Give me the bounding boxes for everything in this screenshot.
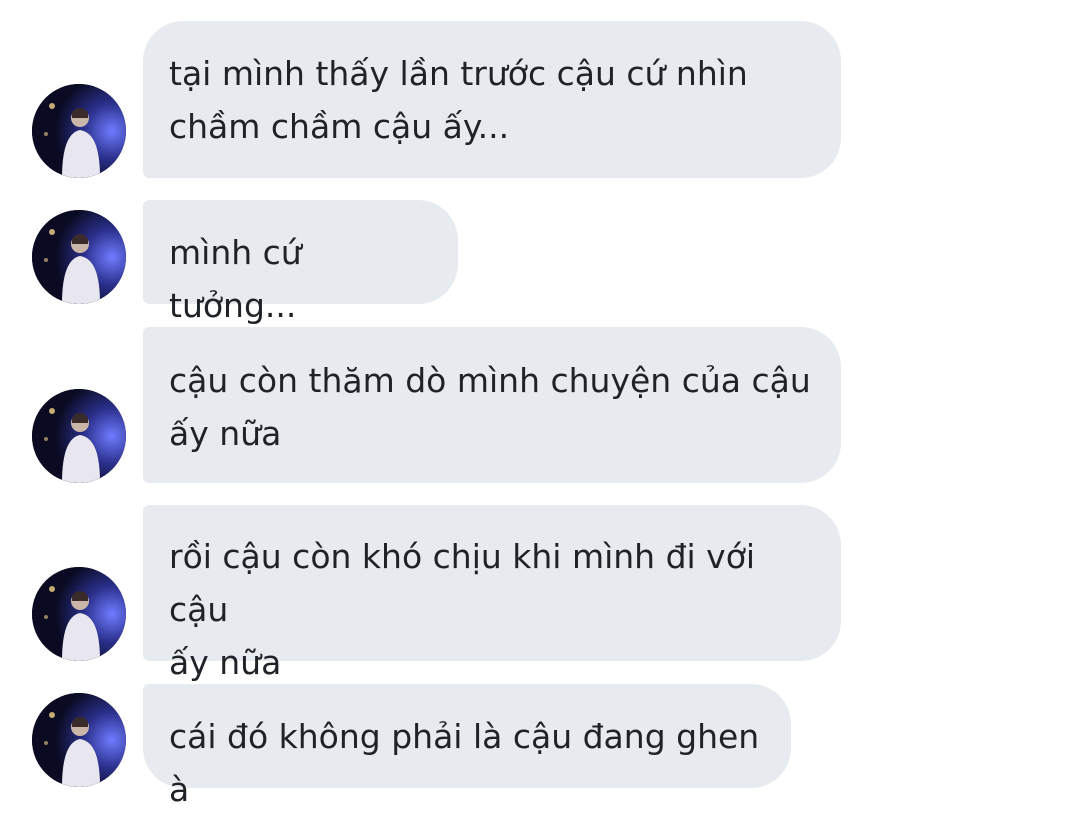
avatar-photo-icon [32,389,126,483]
avatar-photo-icon [32,693,126,787]
avatar[interactable] [32,567,126,661]
avatar-photo-icon [32,567,126,661]
message-bubble[interactable]: cái đó không phải là cậu đang ghen à [143,684,791,809]
avatar[interactable] [32,210,126,304]
avatar-photo-icon [32,210,126,304]
avatar[interactable] [32,84,126,178]
avatar[interactable] [32,693,126,787]
message-bubble[interactable]: tại mình thấy lần trước cậu cứ nhìn chầm… [143,21,841,178]
avatar-photo-icon [32,84,126,178]
message-bubble[interactable]: rồi cậu còn khó chịu khi mình đi với cậu… [143,505,841,682]
avatar[interactable] [32,389,126,483]
message-bubble[interactable]: cậu còn thăm dò mình chuyện của cậu ấy n… [143,327,841,483]
message-bubble[interactable]: mình cứ tưởng... [143,200,458,325]
